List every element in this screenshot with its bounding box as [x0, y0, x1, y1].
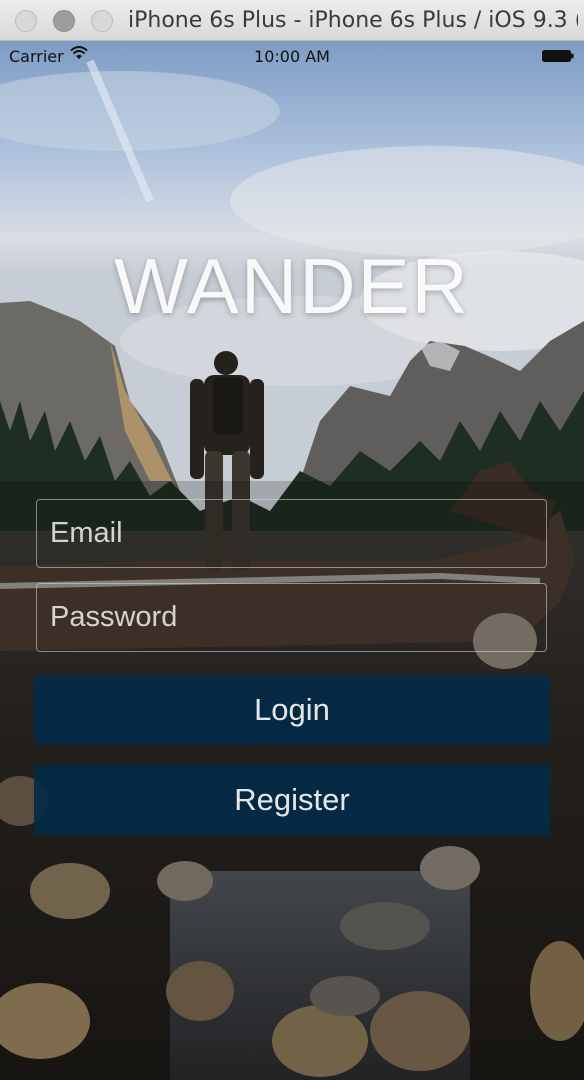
register-button[interactable]: Register [34, 765, 550, 835]
close-window-button[interactable] [15, 10, 37, 32]
app-title: WANDER [114, 242, 470, 330]
login-button[interactable]: Login [34, 675, 550, 745]
simulator-window: iPhone 6s Plus - iPhone 6s Plus / iOS 9.… [0, 0, 584, 1080]
window-title: iPhone 6s Plus - iPhone 6s Plus / iOS 9.… [128, 8, 578, 33]
ios-status-bar: Carrier 10:00 AM [0, 41, 584, 71]
status-time: 10:00 AM [254, 47, 330, 66]
zoom-window-button[interactable] [91, 10, 113, 32]
device-screen: Carrier 10:00 AM WANDER Login Register [0, 41, 584, 1080]
battery-icon [542, 50, 574, 62]
minimize-window-button[interactable] [53, 10, 75, 32]
window-titlebar: iPhone 6s Plus - iPhone 6s Plus / iOS 9.… [0, 0, 584, 41]
email-field[interactable] [36, 499, 547, 568]
password-field[interactable] [36, 583, 547, 652]
